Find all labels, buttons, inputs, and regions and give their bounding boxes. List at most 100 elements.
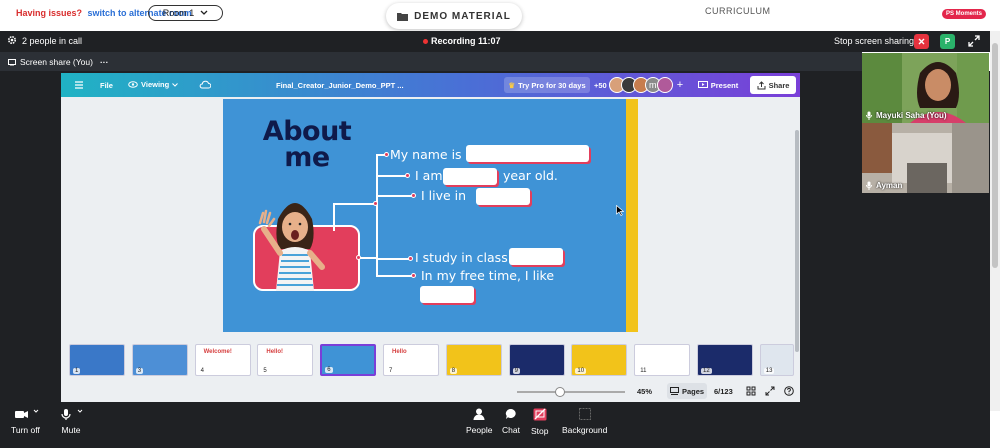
camera-icon: [15, 409, 39, 418]
zoom-slider-handle[interactable]: [555, 387, 566, 397]
close-share-button[interactable]: [914, 34, 929, 49]
thumbnail-number: 3: [135, 368, 144, 374]
call-header: 2 people in call Recording 11:07 Stop sc…: [0, 31, 990, 52]
canvas-scrollbar[interactable]: [795, 130, 799, 352]
connector-line: [376, 195, 413, 197]
background-label: Background: [562, 425, 608, 435]
thumbnail-number: 12: [701, 368, 712, 374]
screen-share-menu-button[interactable]: ···: [100, 57, 109, 67]
room-select[interactable]: Room 1: [148, 5, 223, 21]
microphone-button[interactable]: Mute: [57, 408, 85, 435]
share-button[interactable]: Share: [750, 76, 796, 94]
answer-box: [420, 286, 474, 303]
people-button[interactable]: People: [466, 408, 492, 435]
pages-icon: [669, 387, 679, 395]
connector-line: [376, 275, 413, 277]
slide-title-line: me: [284, 142, 330, 173]
answer-box: [466, 145, 589, 162]
thumbnail-number: 9: [512, 368, 520, 374]
person-icon: [473, 408, 485, 420]
page-scrollbar-thumb[interactable]: [992, 43, 998, 268]
stop-screen-sharing-button[interactable]: Stop screen sharing: [834, 36, 914, 46]
thumbnail-title: Hello: [392, 349, 407, 355]
collaborators[interactable]: +50 m +: [594, 77, 683, 93]
demo-material-label: DEMO MATERIAL: [414, 10, 511, 22]
recording-indicator: Recording 11:07: [423, 36, 501, 46]
cloud-icon: [199, 80, 211, 89]
slide-thumbnail[interactable]: 3: [131, 344, 188, 376]
chevron-down-icon: [200, 10, 208, 15]
demo-material-button[interactable]: DEMO MATERIAL: [386, 3, 522, 29]
slide-text-class: I study in class: [415, 250, 508, 265]
pages-label: Pages: [681, 386, 705, 396]
document-title[interactable]: Final_Creator_Junior_Demo_PPT ...: [276, 81, 404, 90]
slide-thumbnail[interactable]: Hello! 5: [257, 344, 314, 376]
crown-icon: ♛: [508, 80, 516, 90]
canva-footer: 45% Pages 6/123: [61, 380, 800, 402]
recording-label: Recording 11:07: [431, 36, 501, 46]
gear-icon[interactable]: [7, 35, 17, 45]
camera-button[interactable]: Turn off: [11, 408, 40, 435]
slide-title: About me: [257, 118, 357, 173]
chat-button[interactable]: Chat: [502, 408, 520, 435]
people-label: People: [466, 425, 493, 435]
add-collaborator-icon[interactable]: +: [677, 79, 683, 91]
canva-toolbar: File Viewing Final_Creator_Junior_Demo_P…: [61, 73, 800, 97]
try-pro-label: Try Pro for 30 days: [518, 80, 586, 90]
slide-thumbnail[interactable]: 9: [508, 344, 565, 376]
connector-line: [376, 258, 410, 260]
connector-dot: [411, 273, 416, 278]
thumbnail-number: 1: [73, 368, 81, 374]
slide-thumbnail[interactable]: Welcome! 4: [194, 344, 251, 376]
slide-text-live: I live in: [421, 188, 467, 203]
call-controls: Turn off Mute People Chat Stop Backgroun…: [0, 402, 990, 448]
participant-name-label: Mayuki Saha (You): [876, 111, 947, 120]
moments-badge[interactable]: PS Moments: [942, 9, 987, 19]
viewing-menu[interactable]: Viewing: [128, 80, 179, 89]
slide-thumbnail[interactable]: 8: [445, 344, 502, 376]
connector-dot: [384, 152, 389, 157]
help-icon[interactable]: [784, 386, 794, 396]
avatar[interactable]: P: [940, 34, 955, 49]
slide-thumbnail[interactable]: 10: [571, 344, 628, 376]
participant-name: Ayman: [866, 181, 902, 190]
participant-tile[interactable]: Mayuki Saha (You): [862, 53, 989, 123]
slide-thumbnail[interactable]: 13: [759, 344, 794, 376]
slide-thumbnail[interactable]: 6: [320, 344, 377, 376]
grid-view-icon[interactable]: [746, 386, 756, 396]
slide-thumbnail[interactable]: 11: [634, 344, 691, 376]
slide-text-name: My name is: [390, 147, 462, 162]
chevron-down-icon: [172, 82, 179, 87]
connector-line: [359, 257, 377, 259]
zoom-slider[interactable]: [517, 391, 625, 393]
screen-share-label: Screen share (You) ···: [8, 57, 108, 67]
answer-box: [509, 248, 563, 265]
shared-screen: File Viewing Final_Creator_Junior_Demo_P…: [61, 73, 800, 402]
try-pro-button[interactable]: ♛ Try Pro for 30 days: [504, 77, 590, 93]
menu-icon[interactable]: [74, 80, 84, 90]
slide-thumbnail[interactable]: Hello 7: [383, 344, 439, 376]
connector-dot: [411, 193, 416, 198]
girl-illustration: [258, 203, 325, 291]
file-menu[interactable]: File: [100, 81, 113, 90]
answer-box: [476, 188, 530, 205]
participant-tile[interactable]: Ayman: [862, 123, 989, 193]
folder-icon: [397, 12, 409, 21]
site-top-bar: Having issues? switch to alternate room …: [0, 0, 1000, 31]
background-button[interactable]: Background: [562, 408, 607, 435]
viewing-label: Viewing: [141, 80, 170, 89]
page-scrollbar[interactable]: [990, 31, 1000, 411]
stop-share-button[interactable]: Stop: [531, 408, 549, 436]
collaborator-count: +50: [594, 80, 607, 90]
expand-icon[interactable]: [968, 35, 980, 47]
present-button[interactable]: Present: [692, 77, 744, 93]
pages-button[interactable]: Pages: [667, 383, 707, 399]
thumbnail-number: 8: [449, 368, 458, 374]
curriculum-link[interactable]: CURRICULUM: [705, 6, 771, 16]
fullscreen-icon[interactable]: [765, 386, 775, 396]
eye-icon: [128, 81, 138, 88]
recording-dot-icon: [423, 38, 428, 44]
slide-thumbnail[interactable]: 12: [697, 344, 753, 376]
slide-thumbnail[interactable]: 1: [69, 344, 125, 376]
slide-thumbnails: 1 3 Welcome! 4 Hello! 5 6 Hello 7 8 9 10 11 12 13: [61, 342, 800, 378]
